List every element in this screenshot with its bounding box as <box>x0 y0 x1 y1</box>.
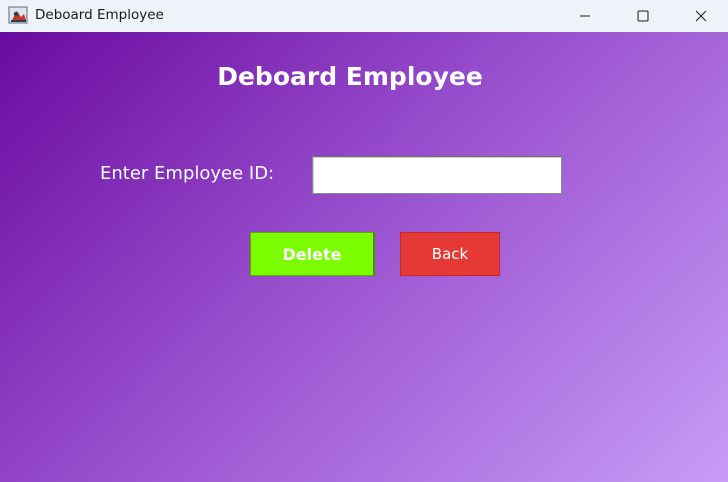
form-panel: Deboard Employee Enter Employee ID: Dele… <box>0 32 728 482</box>
close-icon <box>695 7 707 26</box>
window-title: Deboard Employee <box>35 7 164 23</box>
back-button[interactable]: Back <box>400 232 500 276</box>
minimize-icon <box>579 7 591 26</box>
minimize-button[interactable] <box>556 0 614 32</box>
maximize-icon <box>637 7 649 26</box>
delete-button[interactable]: Delete <box>250 232 375 276</box>
java-app-icon <box>8 5 29 25</box>
close-button[interactable] <box>672 0 728 32</box>
page-title: Deboard Employee <box>217 62 483 91</box>
title-bar: Deboard Employee <box>0 0 728 32</box>
employee-id-input[interactable] <box>312 156 562 194</box>
maximize-button[interactable] <box>614 0 672 32</box>
employee-id-label: Enter Employee ID: <box>100 163 275 184</box>
